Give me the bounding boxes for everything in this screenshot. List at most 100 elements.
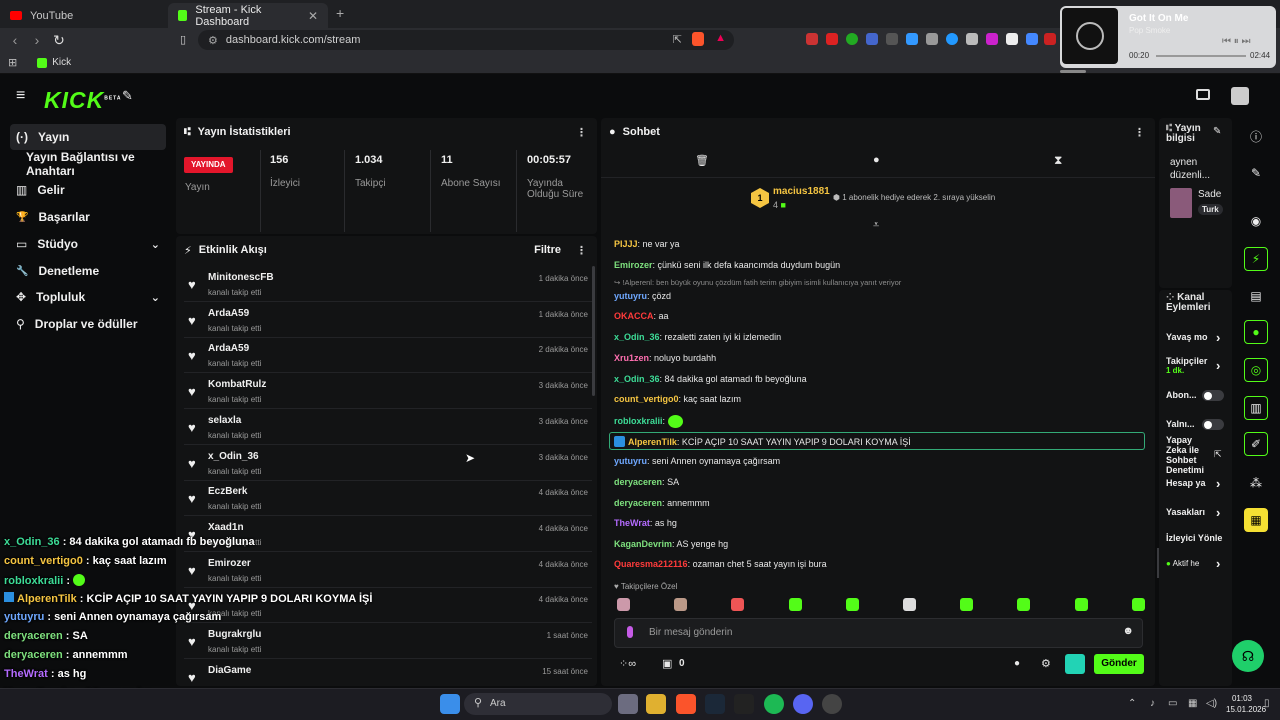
studio-icon[interactable]: [1196, 89, 1210, 100]
edit-icon[interactable]: ✎: [1244, 161, 1268, 185]
chat-username[interactable]: Xru1zen: [614, 353, 649, 363]
activity-username[interactable]: MinitonescFB: [208, 272, 274, 283]
task-view-icon[interactable]: [618, 694, 638, 714]
chat-username[interactable]: Emirozer: [614, 260, 653, 270]
chevron-down-icon[interactable]: ⌄: [151, 238, 160, 251]
activity-row[interactable]: ♥ MinitonescFB kanalı takip etti 1 dakika ö…: [184, 268, 592, 302]
track-progress[interactable]: [1156, 55, 1246, 57]
hourglass-icon[interactable]: ⧗: [1054, 153, 1062, 168]
nav-yayin[interactable]: (·) Yayın: [10, 124, 166, 150]
nav-stream-key[interactable]: Yayın Bağlantısı ve Anahtarı: [10, 150, 166, 178]
infinity-icon[interactable]: ⁘∞: [619, 657, 636, 670]
forward-icon[interactable]: ›: [26, 32, 48, 48]
collapse-icon[interactable]: ⩡: [873, 219, 879, 232]
chat-message[interactable]: deryaceren: SA: [614, 477, 1144, 487]
kick-logo[interactable]: KICKBETA: [44, 87, 121, 114]
epic-games-icon[interactable]: [734, 694, 754, 714]
chat-username[interactable]: TheWrat: [614, 518, 650, 528]
chat-message[interactable]: Quaresma212116: ozaman chet 5 saat yayın…: [614, 559, 1144, 569]
chat-message[interactable]: yutuyru: seni Annen oynamaya çağırsam: [614, 456, 1144, 466]
scrollbar[interactable]: [592, 266, 595, 396]
chat-username[interactable]: x_Odin_36: [614, 374, 660, 384]
back-icon[interactable]: ‹: [4, 32, 26, 48]
tab-kick-dashboard[interactable]: Stream - Kick Dashboard ✕: [168, 3, 328, 28]
external-link-icon[interactable]: ⇱: [1214, 449, 1222, 460]
extension-icon[interactable]: [806, 33, 818, 45]
activity-username[interactable]: x_Odin_36: [208, 451, 259, 462]
extension-icon[interactable]: [906, 33, 918, 45]
chevron-down-icon[interactable]: ⌄: [151, 291, 160, 304]
store-icon[interactable]: ▣: [662, 657, 672, 670]
brave-rewards-icon[interactable]: ▲: [715, 32, 726, 44]
emote-icon[interactable]: [845, 598, 859, 611]
slow-mode-row[interactable]: Yavaş mo ›: [1166, 330, 1226, 345]
chat-username[interactable]: OKACCA: [614, 311, 654, 321]
more-options-icon[interactable]: ⋮: [576, 244, 587, 257]
extension-icon[interactable]: [1006, 33, 1018, 45]
bookmark-kick[interactable]: Kick: [52, 57, 71, 68]
bookmark-icon[interactable]: ▯: [180, 33, 186, 46]
extension-icon[interactable]: [946, 33, 958, 45]
file-explorer-icon[interactable]: [646, 694, 666, 714]
extension-icon[interactable]: [866, 33, 878, 45]
wrench-icon[interactable]: ✐: [1244, 432, 1268, 456]
category-name[interactable]: Sade: [1198, 189, 1221, 200]
chat-message[interactable]: PIJJJ: ne var ya: [614, 239, 1144, 249]
chat-username[interactable]: x_Odin_36: [614, 332, 660, 342]
nav-studyo[interactable]: ▭ Stüdyo ⌄: [10, 231, 166, 257]
notification-icon[interactable]: ▯: [1264, 698, 1270, 709]
activity-row[interactable]: ♥ EczBerk kanalı takip etti 4 dakika önce: [184, 482, 592, 517]
more-options-icon[interactable]: ⋮: [1134, 126, 1145, 139]
emote-icon[interactable]: [960, 598, 974, 611]
pin-icon[interactable]: ✎: [122, 88, 133, 104]
share-icon[interactable]: ⇱: [673, 33, 682, 46]
extension-icon[interactable]: [986, 33, 998, 45]
extension-icon[interactable]: [1026, 33, 1038, 45]
chevron-up-icon[interactable]: ⌃: [1128, 698, 1136, 709]
chat-icon[interactable]: ●: [1244, 320, 1268, 344]
mic-icon[interactable]: [627, 626, 633, 638]
mic-icon[interactable]: ♪: [1150, 698, 1155, 709]
extension-icon[interactable]: [846, 33, 858, 45]
chat-message[interactable]: yutuyru: çözd: [614, 291, 1144, 301]
emote-icon[interactable]: [903, 598, 916, 611]
reload-icon[interactable]: ↻: [48, 32, 70, 49]
account-row[interactable]: Hesap ya ›: [1166, 476, 1226, 491]
emote-icon[interactable]: [788, 598, 802, 611]
community-icon[interactable]: ⁂: [1244, 471, 1268, 495]
site-info-icon[interactable]: ⚙: [208, 34, 218, 47]
activity-row[interactable]: ♥ Bugrakrglu kanalı takip etti 1 saat önce: [184, 625, 592, 659]
emote-icon[interactable]: [1074, 598, 1088, 611]
chat-message[interactable]: x_Odin_36: 84 dakika gol atamadı fb beyo…: [614, 374, 1144, 384]
chat-message[interactable]: count_vertigo0: kaç saat lazım: [614, 394, 1144, 404]
chat-username[interactable]: count_vertigo0: [614, 394, 679, 404]
kick-badge-icon[interactable]: [1065, 654, 1085, 674]
nav-denetleme[interactable]: 🔧 Denetleme: [10, 258, 166, 284]
chat-username[interactable]: PIJJJ: [614, 239, 638, 249]
emote-only-toggle[interactable]: [1202, 419, 1224, 430]
nav-basarilar[interactable]: 🏆 Başarılar: [10, 204, 166, 230]
chat-username[interactable]: yutuyru: [614, 456, 647, 466]
brave-shield-icon[interactable]: [692, 32, 704, 46]
activity-row[interactable]: ♥ Emirozer kanalı takip etti 4 dakika önce: [184, 554, 592, 588]
activity-row[interactable]: ♥ selaxla kanalı takip etti 3 dakika önce: [184, 411, 592, 445]
chat-message[interactable]: robloxkralii:: [614, 415, 1144, 428]
new-tab-icon[interactable]: +: [336, 5, 344, 21]
edit-icon[interactable]: ✎: [1213, 126, 1221, 137]
activity-username[interactable]: ArdaA59: [208, 308, 249, 319]
lightning-icon[interactable]: ⚡: [1244, 247, 1268, 271]
media-controls[interactable]: ⏮ ⏸ ⏭: [1222, 36, 1251, 47]
discord-icon[interactable]: [793, 694, 813, 714]
activity-username[interactable]: KombatRulz: [208, 379, 266, 390]
close-tab-icon[interactable]: ✕: [308, 9, 318, 23]
clock[interactable]: 01:03 15.01.2026: [1226, 693, 1266, 715]
address-bar[interactable]: ⚙ dashboard.kick.com/stream ⇱ ▲: [198, 30, 734, 50]
chat-bubble-icon[interactable]: ●: [1014, 658, 1020, 669]
help-icon[interactable]: ☊: [1232, 640, 1264, 672]
chat-input[interactable]: Bir mesaj gönderin ☻: [614, 618, 1143, 648]
activity-username[interactable]: Bugrakrglu: [208, 629, 261, 640]
chat-settings-icon[interactable]: ●: [873, 154, 880, 166]
info-icon[interactable]: ⓘ: [1244, 124, 1268, 148]
spotify-icon[interactable]: [764, 694, 784, 714]
activity-row[interactable]: ♥ ArdaA59 kanalı takip etti 1 dakika önce: [184, 304, 592, 338]
